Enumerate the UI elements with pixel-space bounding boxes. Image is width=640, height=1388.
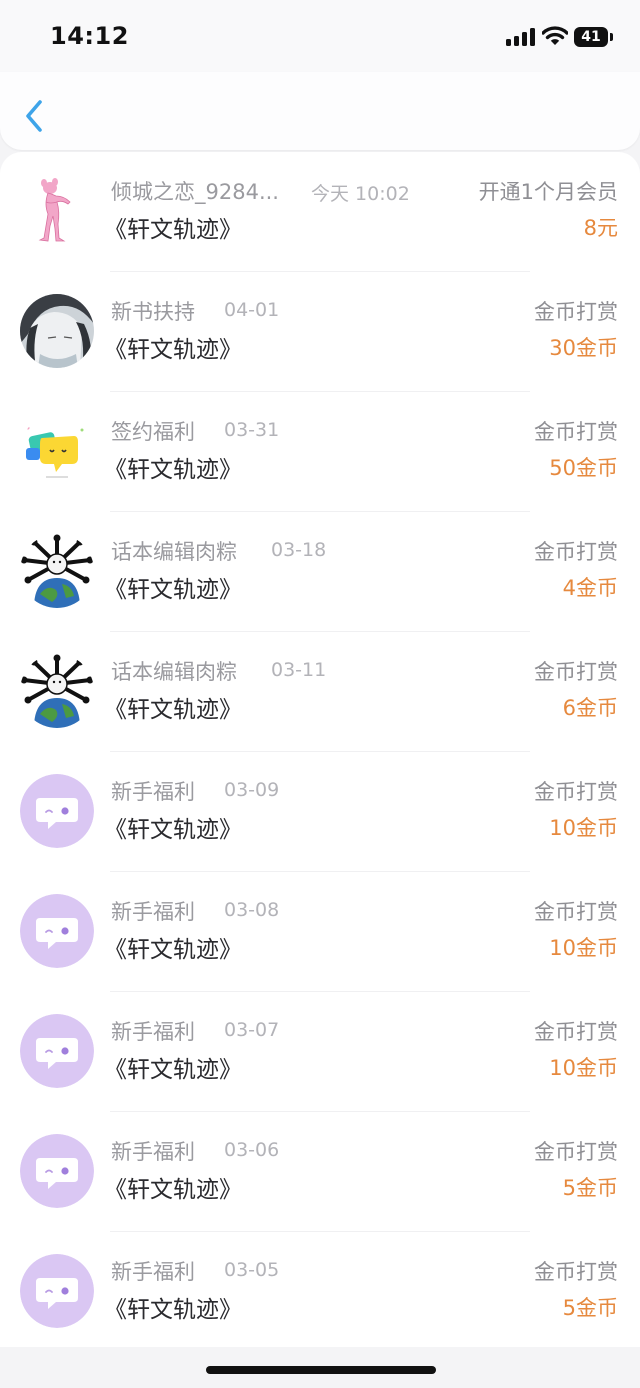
record-date: 03-06 (224, 1139, 280, 1161)
book-title: 《轩文轨迹》 (104, 217, 242, 243)
income-record-list: 倾城之恋_9284... 今天 10:02 《轩文轨迹》 开通1个月会员 8元 … (0, 152, 640, 1347)
sender-name: 话本编辑肉粽 (111, 660, 237, 684)
book-title: 《轩文轨迹》 (104, 937, 242, 963)
income-type: 金币打赏 (534, 1260, 618, 1284)
sender-name: 新手福利 (111, 1260, 195, 1284)
status-bar: 14:12 41 (0, 0, 640, 72)
record-date: 04-01 (224, 299, 280, 321)
cellular-signal-icon (506, 28, 536, 46)
income-type: 金币打赏 (534, 900, 618, 924)
purple-chat-bot-avatar (20, 774, 94, 848)
income-type: 金币打赏 (534, 540, 618, 564)
income-amount: 8元 (583, 216, 618, 240)
book-title: 《轩文轨迹》 (104, 337, 242, 363)
book-title: 《轩文轨迹》 (104, 457, 242, 483)
record-date: 03-05 (224, 1259, 280, 1281)
bone-earth-avatar (20, 654, 94, 728)
book-title: 《轩文轨迹》 (104, 1057, 242, 1083)
list-item[interactable]: 新手福利 03-09 《轩文轨迹》 金币打赏 10金币 (0, 752, 640, 872)
income-amount: 4金币 (562, 576, 618, 600)
book-title: 《轩文轨迹》 (104, 697, 242, 723)
book-title: 《轩文轨迹》 (104, 1297, 242, 1323)
battery-icon: 41 (574, 27, 608, 47)
record-date: 03-31 (224, 419, 280, 441)
list-item[interactable]: 新手福利 03-07 《轩文轨迹》 金币打赏 10金币 (0, 992, 640, 1112)
record-date: 03-09 (224, 779, 280, 801)
status-time: 14:12 (50, 22, 129, 50)
income-amount: 50金币 (549, 456, 618, 480)
income-amount: 30金币 (549, 336, 618, 360)
pink-panther-avatar (20, 174, 94, 248)
purple-chat-bot-avatar (20, 894, 94, 968)
income-type: 开通1个月会员 (478, 180, 618, 204)
record-date: 03-11 (271, 659, 327, 681)
book-title: 《轩文轨迹》 (104, 1177, 242, 1203)
income-amount: 5金币 (562, 1176, 618, 1200)
income-amount: 10金币 (549, 1056, 618, 1080)
sender-name: 新书扶持 (111, 300, 195, 324)
sender-name: 新手福利 (111, 900, 195, 924)
income-type: 金币打赏 (534, 660, 618, 684)
list-item[interactable]: 新手福利 03-08 《轩文轨迹》 金币打赏 10金币 (0, 872, 640, 992)
list-item[interactable]: 倾城之恋_9284... 今天 10:02 《轩文轨迹》 开通1个月会员 8元 (0, 152, 640, 272)
back-chevron-icon[interactable] (20, 96, 50, 136)
list-item[interactable]: 新手福利 03-06 《轩文轨迹》 金币打赏 5金币 (0, 1112, 640, 1232)
sender-name: 新手福利 (111, 1140, 195, 1164)
income-amount: 10金币 (549, 816, 618, 840)
sender-name: 倾城之恋_9284... (111, 180, 279, 204)
list-item[interactable]: 话本编辑肉粽 03-11 《轩文轨迹》 金币打赏 6金币 (0, 632, 640, 752)
sender-name: 新手福利 (111, 1020, 195, 1044)
anime-character-avatar (20, 294, 94, 368)
record-date: 03-08 (224, 899, 280, 921)
wifi-icon (542, 26, 568, 45)
sender-name: 签约福利 (111, 420, 195, 444)
income-type: 金币打赏 (534, 1020, 618, 1044)
income-type: 金币打赏 (534, 300, 618, 324)
list-item[interactable]: 新书扶持 04-01 《轩文轨迹》 金币打赏 30金币 (0, 272, 640, 392)
record-date: 03-18 (271, 539, 327, 561)
home-indicator[interactable] (206, 1366, 436, 1374)
battery-tip (610, 33, 613, 41)
sender-name: 话本编辑肉粽 (111, 540, 237, 564)
income-type: 金币打赏 (534, 780, 618, 804)
purple-chat-bot-avatar (20, 1254, 94, 1328)
list-item[interactable]: 签约福利 03-31 《轩文轨迹》 金币打赏 50金币 (0, 392, 640, 512)
book-title: 《轩文轨迹》 (104, 817, 242, 843)
purple-chat-bot-avatar (20, 1134, 94, 1208)
bone-earth-avatar (20, 534, 94, 608)
book-title: 《轩文轨迹》 (104, 577, 242, 603)
purple-chat-bot-avatar (20, 1014, 94, 1088)
record-date: 今天 10:02 (311, 183, 410, 205)
record-date: 03-07 (224, 1019, 280, 1041)
income-amount: 6金币 (562, 696, 618, 720)
income-amount: 10金币 (549, 936, 618, 960)
list-item[interactable]: 新手福利 03-05 《轩文轨迹》 金币打赏 5金币 (0, 1232, 640, 1347)
navigation-header (0, 72, 640, 150)
yellow-chat-bubble-avatar (20, 414, 94, 488)
sender-name: 新手福利 (111, 780, 195, 804)
income-type: 金币打赏 (534, 1140, 618, 1164)
income-amount: 5金币 (562, 1296, 618, 1320)
income-type: 金币打赏 (534, 420, 618, 444)
list-item[interactable]: 话本编辑肉粽 03-18 《轩文轨迹》 金币打赏 4金币 (0, 512, 640, 632)
